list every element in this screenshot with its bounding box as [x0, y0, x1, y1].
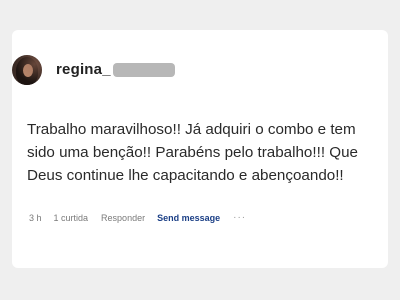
more-options-icon[interactable]: ···: [233, 212, 246, 223]
send-message-button[interactable]: Send message: [157, 213, 220, 223]
like-count[interactable]: 1 curtida: [54, 213, 89, 223]
comment-header: regina_: [12, 55, 175, 85]
username[interactable]: regina_: [56, 61, 111, 78]
reply-button[interactable]: Responder: [101, 213, 145, 223]
comment-timestamp[interactable]: 3 h: [29, 213, 42, 223]
redacted-username-block: [112, 63, 175, 77]
avatar-glow: [12, 55, 42, 85]
username-row: regina_: [56, 61, 175, 78]
comment-text: Trabalho maravilhoso!! Já adquiri o comb…: [27, 121, 358, 184]
avatar[interactable]: [12, 55, 42, 85]
comment-actions: 3 h 1 curtida Responder Send message ···: [29, 212, 246, 224]
